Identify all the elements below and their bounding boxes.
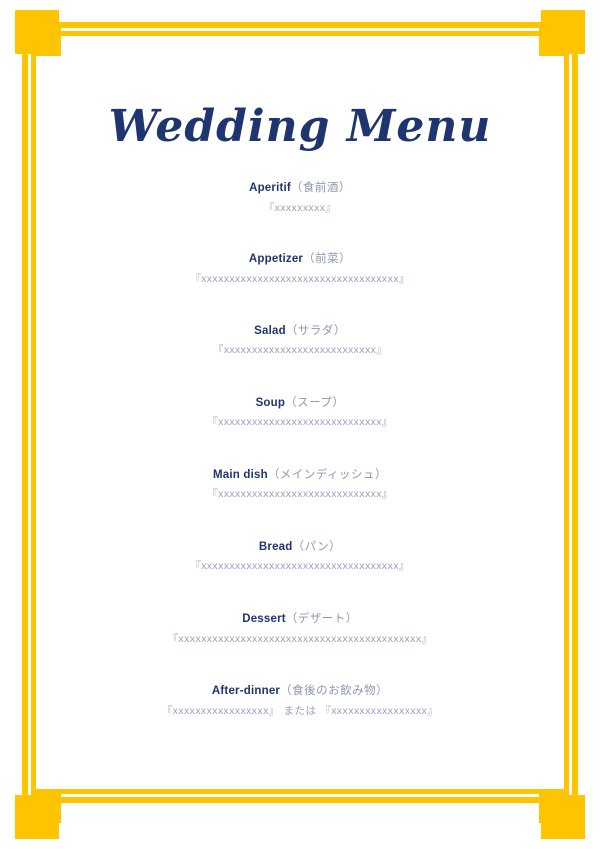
course-name: Dessert	[242, 613, 286, 626]
course-heading: Main dish（メインディッシュ）	[0, 468, 600, 484]
course-name-japanese: （パン）	[292, 540, 342, 553]
course-item-soup: Soup（スープ） 『xxxxxxxxxxxxxxxxxxxxxxxxxxxxx…	[0, 396, 600, 430]
course-value-combined: 『xxxxxxxxxxxxxxxxx』 または 『xxxxxxxxxxxxxxxxx…	[0, 705, 600, 719]
course-value: 『xxxxxxxxxxxxxxxxxxxxxxxxxxxxxxxxxxxxxxx…	[167, 632, 433, 645]
course-name-japanese: （メインディッシュ）	[267, 468, 388, 481]
course-name-japanese: （デザート）	[285, 613, 358, 626]
menu-content: Wedding Menu Aperitif（食前酒） 『xxxxxxxxx』 A…	[0, 0, 600, 849]
course-heading: Salad（サラダ）	[0, 324, 600, 340]
page-title: Wedding Menu	[108, 101, 492, 152]
course-name-japanese: （前菜）	[303, 253, 352, 266]
course-name-japanese: （食前酒）	[290, 182, 351, 195]
course-name: Soup	[255, 396, 286, 409]
course-name: Appetizer	[248, 253, 304, 266]
course-heading: Soup（スープ）	[0, 396, 600, 412]
course-item-after-dinner: After-dinner（食後のお飲み物） 『xxxxxxxxxxxxxxxxx…	[0, 684, 600, 718]
course-item-main-dish: Main dish（メインディッシュ） 『xxxxxxxxxxxxxxxxxxx…	[0, 468, 600, 502]
course-item-aperitif: Aperitif（食前酒） 『xxxxxxxxx』	[0, 181, 600, 215]
course-heading: After-dinner（食後のお飲み物）	[0, 684, 600, 700]
course-item-appetizer: Appetizer（前菜） 『xxxxxxxxxxxxxxxxxxxxxxxxx…	[0, 252, 600, 286]
course-heading: Aperitif（食前酒）	[0, 181, 600, 197]
course-value: 『xxxxxxxxxxxxxxxxxxxxxxxxxxx』	[212, 344, 388, 357]
course-item-salad: Salad（サラダ） 『xxxxxxxxxxxxxxxxxxxxxxxxxxx』	[0, 324, 600, 358]
course-heading: Bread（パン）	[0, 540, 600, 556]
course-name-japanese: （サラダ）	[285, 324, 346, 337]
course-list: Aperitif（食前酒） 『xxxxxxxxx』 Appetizer（前菜） …	[0, 181, 600, 718]
course-heading: Dessert（デザート）	[0, 612, 600, 628]
course-value: 『xxxxxxxxxxxxxxxxxxxxxxxxxxxxxxxxxxx』	[190, 272, 410, 285]
course-value-first: 『xxxxxxxxxxxxxxxxx』	[161, 704, 280, 717]
course-name: Aperitif	[249, 182, 291, 195]
course-name: Bread	[258, 540, 293, 553]
course-value: 『xxxxxxxxxxxxxxxxxxxxxxxxxxxxxxxxxxx』	[190, 560, 410, 573]
course-name: Main dish	[212, 468, 268, 481]
course-heading: Appetizer（前菜）	[0, 252, 600, 268]
course-value-second: 『xxxxxxxxxxxxxxxxx』	[320, 704, 439, 717]
course-item-dessert: Dessert（デザート） 『xxxxxxxxxxxxxxxxxxxxxxxxx…	[0, 612, 600, 646]
course-value: 『xxxxxxxxxxxxxxxxxxxxxxxxxxxxx』	[207, 416, 393, 429]
course-name-japanese: （食後のお飲み物）	[280, 685, 389, 698]
course-value: 『xxxxxxxxx』	[263, 201, 337, 214]
course-value-conjunction: または	[283, 704, 317, 717]
course-name: Salad	[254, 324, 286, 337]
menu-page: Wedding Menu Aperitif（食前酒） 『xxxxxxxxx』 A…	[0, 0, 600, 849]
course-value: 『xxxxxxxxxxxxxxxxxxxxxxxxxxxxx』	[207, 488, 393, 501]
course-name: After-dinner	[211, 685, 281, 698]
course-item-bread: Bread（パン） 『xxxxxxxxxxxxxxxxxxxxxxxxxxxxx…	[0, 540, 600, 574]
course-name-japanese: （スープ）	[285, 396, 345, 409]
